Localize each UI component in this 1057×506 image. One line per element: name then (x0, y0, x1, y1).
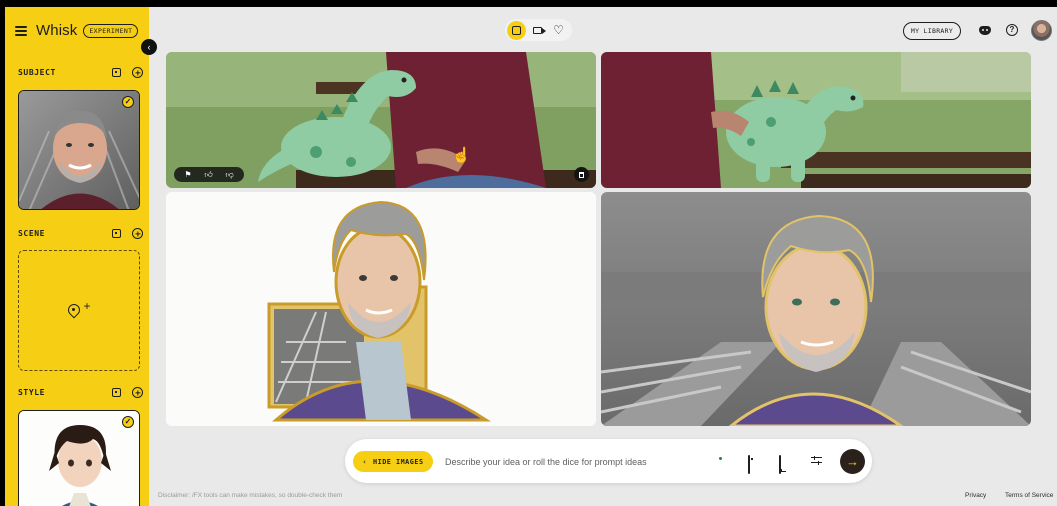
hide-images-button[interactable]: ‹ HIDE IMAGES (353, 451, 433, 472)
style-photo (19, 411, 139, 506)
prompt-bar: ‹ HIDE IMAGES → (345, 439, 872, 483)
mouse-cursor-icon: ☝ (452, 147, 471, 164)
scene-add-icon[interactable] (132, 228, 143, 239)
my-library-button[interactable]: MY LIBRARY (903, 22, 961, 40)
gallery-image-4[interactable] (601, 192, 1031, 426)
app-name: Whisk (36, 22, 78, 39)
illustrated-portrait (601, 192, 1031, 426)
image-mode-button[interactable] (507, 20, 526, 40)
subject-section-header: SUBJECT (18, 67, 143, 78)
mode-switcher: ♡ (505, 19, 572, 41)
flag-icon[interactable]: ⚑ (184, 170, 191, 179)
thumbs-down-icon[interactable]: 👎︎ (225, 170, 233, 180)
brand: Whisk EXPERIMENT (15, 22, 139, 39)
add-image-icon[interactable] (748, 455, 750, 474)
terms-link[interactable]: Terms of Service (1005, 492, 1053, 499)
status-dot (719, 457, 722, 460)
scene-dropzone[interactable]: + (18, 250, 140, 371)
subject-card[interactable]: ✓ (18, 90, 140, 210)
prompt-input[interactable] (445, 453, 705, 471)
style-add-icon[interactable] (132, 387, 143, 398)
experiment-badge: EXPERIMENT (83, 23, 139, 38)
trash-icon[interactable] (574, 167, 589, 182)
thumbs-up-icon[interactable]: 👍︎ (204, 170, 212, 180)
discord-icon[interactable] (979, 26, 991, 35)
subject-selected-check-icon: ✓ (122, 96, 134, 108)
video-mode-icon (533, 26, 546, 34)
scene-label: SCENE (18, 229, 46, 238)
favorites-button[interactable]: ♡ (549, 21, 568, 40)
gallery-image-2[interactable] (601, 52, 1031, 188)
scene-image-icon[interactable] (112, 229, 121, 238)
gallery-image-3[interactable] (166, 192, 596, 426)
dinosaur-photo-2 (601, 52, 1031, 188)
video-mode-button[interactable] (528, 21, 547, 40)
scene-section-header: SCENE (18, 228, 143, 239)
image-mode-icon (512, 25, 521, 35)
enamel-pin-portrait (166, 192, 596, 426)
aspect-ratio-icon[interactable] (779, 455, 781, 474)
privacy-link[interactable]: Privacy (965, 492, 986, 499)
menu-icon[interactable] (15, 25, 27, 36)
profile-avatar[interactable] (1031, 20, 1052, 41)
subject-label: SUBJECT (18, 68, 56, 77)
location-pin-icon (67, 304, 81, 318)
heart-icon: ♡ (553, 23, 564, 37)
add-plus-icon: + (83, 298, 91, 313)
help-icon[interactable]: ? (1006, 24, 1018, 36)
collapse-sidebar-button[interactable]: ‹ (141, 39, 157, 55)
arrow-right-icon: → (846, 454, 859, 469)
hide-images-label: HIDE IMAGES (373, 457, 424, 466)
gallery-image-1[interactable]: ⚑ 👍︎ 👎︎ (166, 52, 596, 188)
subject-image-icon[interactable] (112, 68, 121, 77)
style-image-icon[interactable] (112, 388, 121, 397)
subject-photo (19, 91, 139, 209)
subject-add-icon[interactable] (132, 67, 143, 78)
style-selected-check-icon: ✓ (122, 416, 134, 428)
disclaimer-text: Disclaimer: /FX tools can make mistakes,… (158, 492, 343, 499)
style-section-header: STYLE (18, 387, 143, 398)
sidebar: Whisk EXPERIMENT SUBJECT ✓ SCENE + STYLE… (5, 7, 149, 506)
chevron-left-icon: ‹ (362, 457, 368, 466)
app-window: Whisk EXPERIMENT SUBJECT ✓ SCENE + STYLE… (5, 7, 1057, 506)
submit-arrow-button[interactable]: → (840, 449, 865, 474)
style-card[interactable]: ✓ (18, 410, 140, 506)
style-label: STYLE (18, 388, 46, 397)
image-feedback-toolbar: ⚑ 👍︎ 👎︎ (174, 167, 244, 182)
